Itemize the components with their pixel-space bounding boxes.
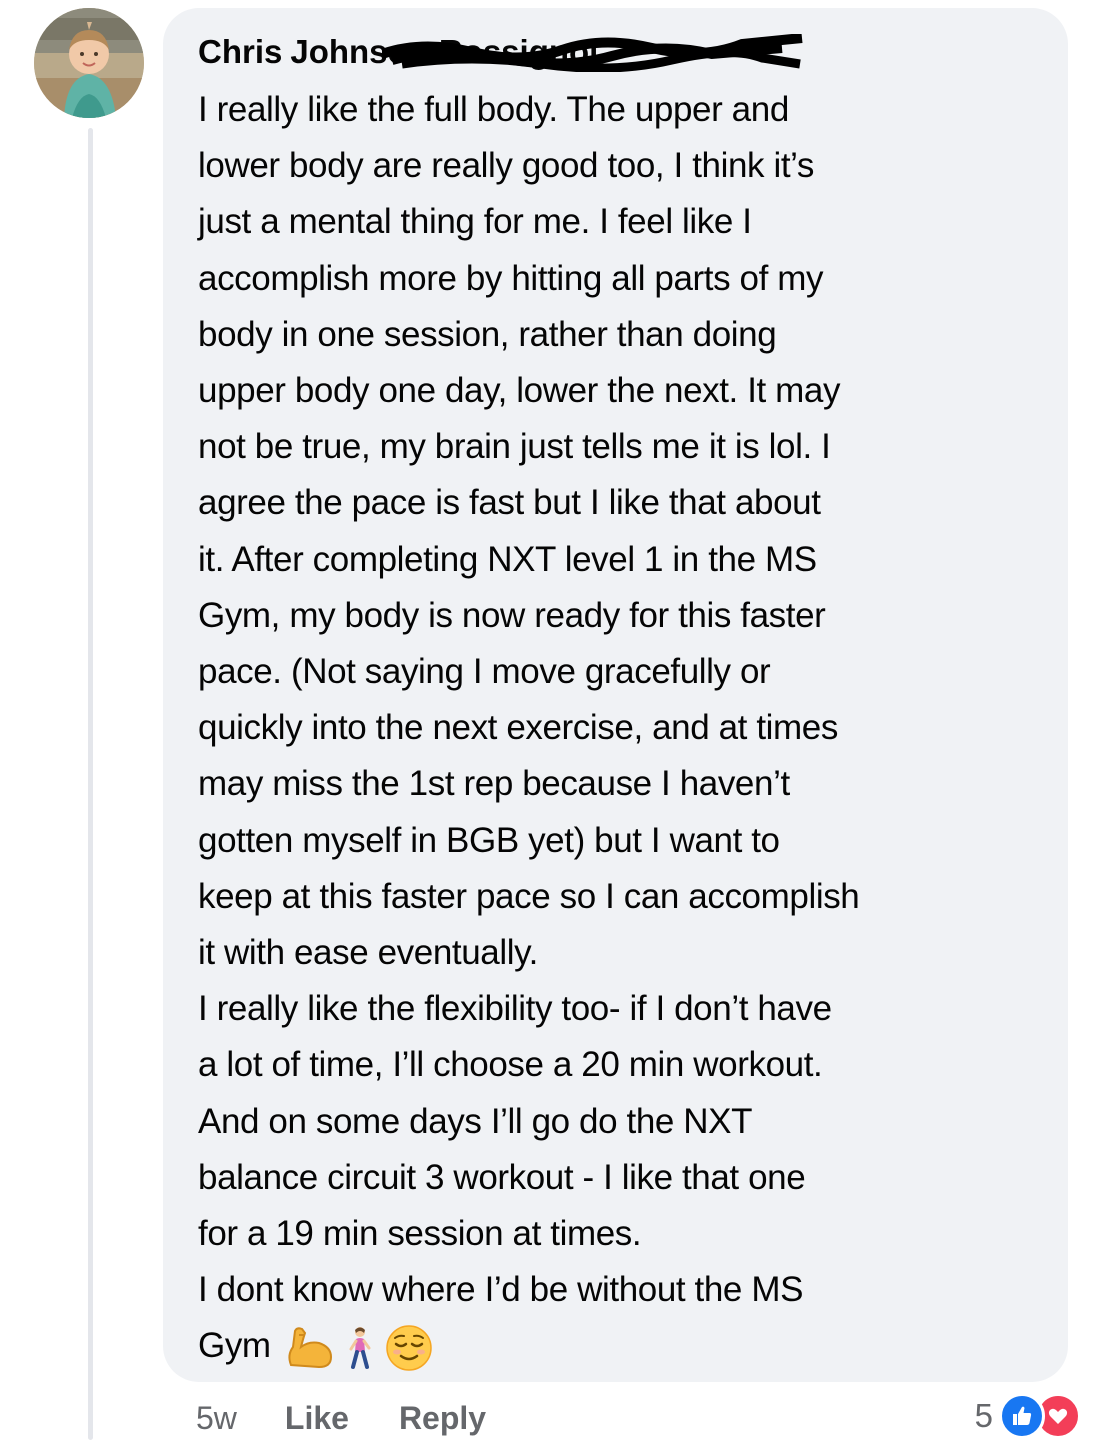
comment-line: I really like the flexibility too- if I … [198,989,832,1029]
author-last-name-redacted[interactable]: Johnson-Rossignol [290,30,803,74]
redaction-scribble [382,34,803,72]
comment-last-line: Gym [198,1318,1038,1374]
relieved-face-icon [385,1324,433,1372]
comment-line: Gym, my body is now ready for this faste… [198,595,826,635]
comment-footer: 5w Like Reply [196,1396,536,1440]
like-button[interactable]: Like [285,1400,349,1437]
comment-line: just a mental thing for me. I feel like … [198,202,752,242]
thread-line [88,128,93,1440]
comment-line: pace. (Not saying I move gracefully or [198,652,771,692]
woman-walking-icon [345,1325,375,1371]
comment-line: I really like the full body. The upper a… [198,90,789,129]
comment-line: balance circuit 3 workout - I like that … [198,1157,806,1197]
flexed-biceps-icon [285,1325,335,1371]
comment-line: upper body one day, lower the next. It m… [198,371,841,411]
comment-line: keep at this faster pace so I can accomp… [198,876,860,916]
comment-line: may miss the 1st rep because I haven’t [198,764,790,804]
comment-line: quickly into the next exercise, and at t… [198,708,838,748]
comment-line: agree the pace is fast but I like that a… [198,483,821,523]
comment-author[interactable]: Chris Johnson-Rossignol [198,30,1038,74]
reaction-summary[interactable]: 5 [974,1393,1081,1439]
comment-line: for a 19 min session at times. [198,1214,642,1254]
comment-timestamp[interactable]: 5w [196,1400,237,1437]
comment-line: lower body are really good too, I think … [198,146,814,186]
reaction-count: 5 [974,1397,993,1434]
emoji-group [285,1324,433,1372]
comment-line: I dont know where I’d be without the MS [198,1270,804,1310]
comment-line: gotten myself in BGB yet) but I want to [198,820,780,860]
profile-photo-child [34,8,144,118]
comment-text: I really like the full body. The upper a… [198,82,1038,1375]
comment-line: accomplish more by hitting all parts of … [198,258,824,298]
comment-line: body in one session, rather than doing [198,314,777,354]
like-reaction-icon [999,1393,1045,1439]
comment-line: it with ease eventually. [198,933,538,973]
reply-button[interactable]: Reply [399,1400,486,1437]
author-first-name[interactable]: Chris [198,33,282,70]
comment-line: a lot of time, I’ll choose a 20 min work… [198,1045,823,1085]
comment-bubble: Chris Johnson-Rossignol I really like the… [163,8,1068,1382]
comment-line: it. After completing NXT level 1 in the … [198,539,817,579]
comment-line: And on some days I’ll go do the NXT [198,1101,753,1141]
comment-line: Gym [198,1326,271,1366]
comment-line: not be true, my brain just tells me it i… [198,427,831,467]
avatar[interactable] [34,8,144,118]
